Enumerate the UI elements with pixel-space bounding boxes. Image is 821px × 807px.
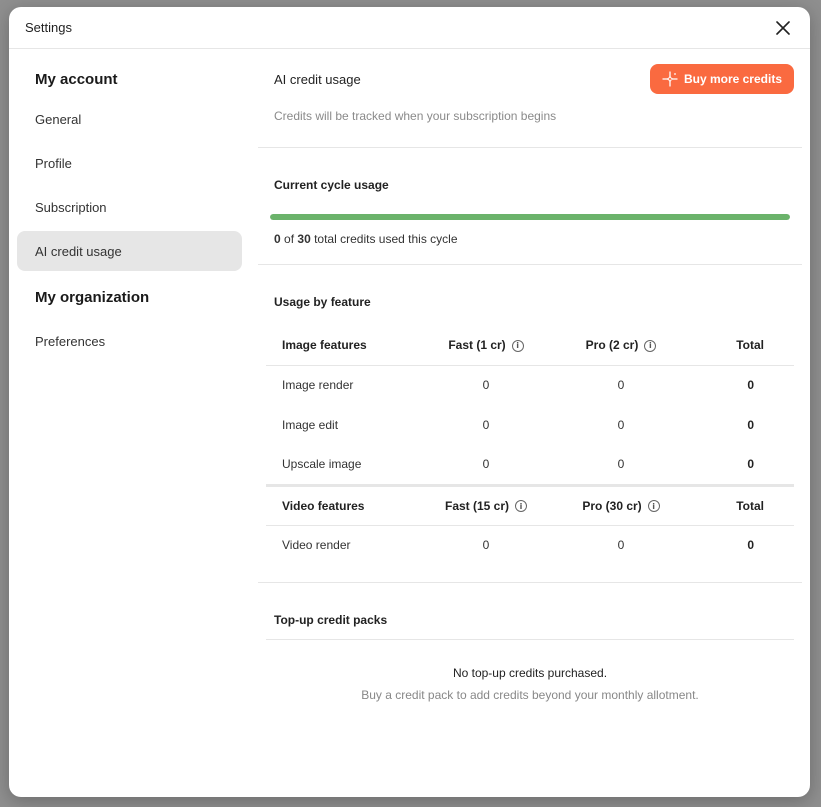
credits-used: 0 <box>274 232 281 246</box>
table-cell: 0 <box>747 378 754 393</box>
sidebar-item-preferences[interactable]: Preferences <box>17 321 242 361</box>
info-icon[interactable]: i <box>511 339 524 352</box>
sidebar-item-label: Subscription <box>35 199 107 215</box>
sidebar-item-profile[interactable]: Profile <box>17 143 242 183</box>
cycle-progress-fill <box>270 214 790 220</box>
cycle-progress-bar <box>270 214 790 220</box>
column-header: Total <box>696 485 794 526</box>
current-cycle-title: Current cycle usage <box>274 178 389 192</box>
current-cycle-section: Current cycle usage 0 of 30 total credit… <box>258 148 802 265</box>
table-cell: Image render <box>282 378 354 393</box>
settings-sidebar: My account General Profile Subscription … <box>9 49 250 797</box>
info-icon[interactable]: i <box>515 500 528 513</box>
settings-modal: Settings My account General Profile Subs… <box>9 7 810 797</box>
table-cell: 0 <box>482 538 490 553</box>
sidebar-item-label: AI credit usage <box>35 243 122 259</box>
sidebar-section-my-organization: My organization <box>35 288 150 306</box>
of-label: of <box>284 232 295 246</box>
topup-empty-title: No top-up credits purchased. <box>452 666 608 680</box>
table-row: Image edit 0 0 0 <box>266 405 794 445</box>
tracking-note: Credits will be tracked when your subscr… <box>274 109 557 123</box>
table-cell: Image edit <box>282 418 339 432</box>
column-header: Pro (30 cr) i <box>546 485 696 526</box>
table-cell: 0 <box>426 445 546 487</box>
topup-title: Top-up credit packs <box>266 583 794 640</box>
table-cell: 0 <box>696 445 794 487</box>
topup-empty-desc: Buy a credit pack to add credits beyond … <box>361 688 699 702</box>
sidebar-item-general[interactable]: General <box>17 99 242 139</box>
feature-usage-table: Image features Fast (1 cr) i Pro (2 cr) i … <box>266 325 794 565</box>
topup-section: Top-up credit packs No top-up credits pu… <box>258 583 802 702</box>
cycle-usage-text: 0 of 30 total credits used this cycle <box>274 232 790 246</box>
sparkle-icon <box>662 71 678 87</box>
sidebar-item-label: Preferences <box>35 333 106 349</box>
sidebar-item-label: Profile <box>35 155 72 171</box>
buy-button-label: Buy more credits <box>683 72 782 86</box>
content-panel: AI credit usage Buy more credits Credits… <box>250 49 810 797</box>
sidebar-section-my-account: My account <box>35 70 118 88</box>
column-header: Fast (15 cr) i <box>426 485 546 526</box>
section-title: AI credit usage <box>274 71 361 87</box>
table-cell: Video render <box>282 538 351 553</box>
table-row: Image render 0 0 0 <box>266 365 794 405</box>
column-header: Total <box>696 325 794 366</box>
sidebar-item-subscription[interactable]: Subscription <box>17 187 242 227</box>
usage-by-feature-title: Usage by feature <box>274 295 371 309</box>
table-cell: 0 <box>747 418 754 432</box>
credit-usage-section: AI credit usage Buy more credits Credits… <box>258 49 802 148</box>
table-cell: 0 <box>617 418 625 432</box>
column-header: Video features <box>266 485 426 526</box>
table-cell: 0 <box>617 378 625 393</box>
buy-more-credits-button[interactable]: Buy more credits <box>649 64 794 94</box>
table-cell: 0 <box>482 418 490 432</box>
sidebar-item-label: General <box>35 111 82 127</box>
credits-total: 30 <box>297 232 311 246</box>
table-row: Video render 0 0 0 <box>266 525 794 565</box>
usage-suffix: total credits used this cycle <box>314 232 458 246</box>
table-row: Upscale image 0 0 0 <box>266 445 794 487</box>
close-button[interactable] <box>772 17 794 39</box>
table-cell: 0 <box>747 538 754 553</box>
table-cell: 0 <box>546 445 696 487</box>
close-icon <box>776 20 790 35</box>
table-header-row: Image features Fast (1 cr) i Pro (2 cr) i … <box>266 325 794 366</box>
column-header: Pro (2 cr) i <box>546 325 696 366</box>
table-cell: 0 <box>482 378 490 393</box>
table-header-row: Video features Fast (15 cr) i Pro (30 cr)… <box>266 485 794 526</box>
column-header: Fast (1 cr) i <box>426 325 546 366</box>
table-cell: 0 <box>617 538 625 553</box>
info-icon[interactable]: i <box>644 339 657 352</box>
column-header: Image features <box>266 325 426 366</box>
modal-title: Settings <box>25 20 72 35</box>
info-icon[interactable]: i <box>647 500 660 513</box>
usage-by-feature-section: Usage by feature Image features Fast (1 … <box>258 265 802 583</box>
modal-header: Settings <box>9 7 810 49</box>
sidebar-item-ai-credit-usage[interactable]: AI credit usage <box>17 231 242 271</box>
table-cell: Upscale image <box>266 445 426 487</box>
